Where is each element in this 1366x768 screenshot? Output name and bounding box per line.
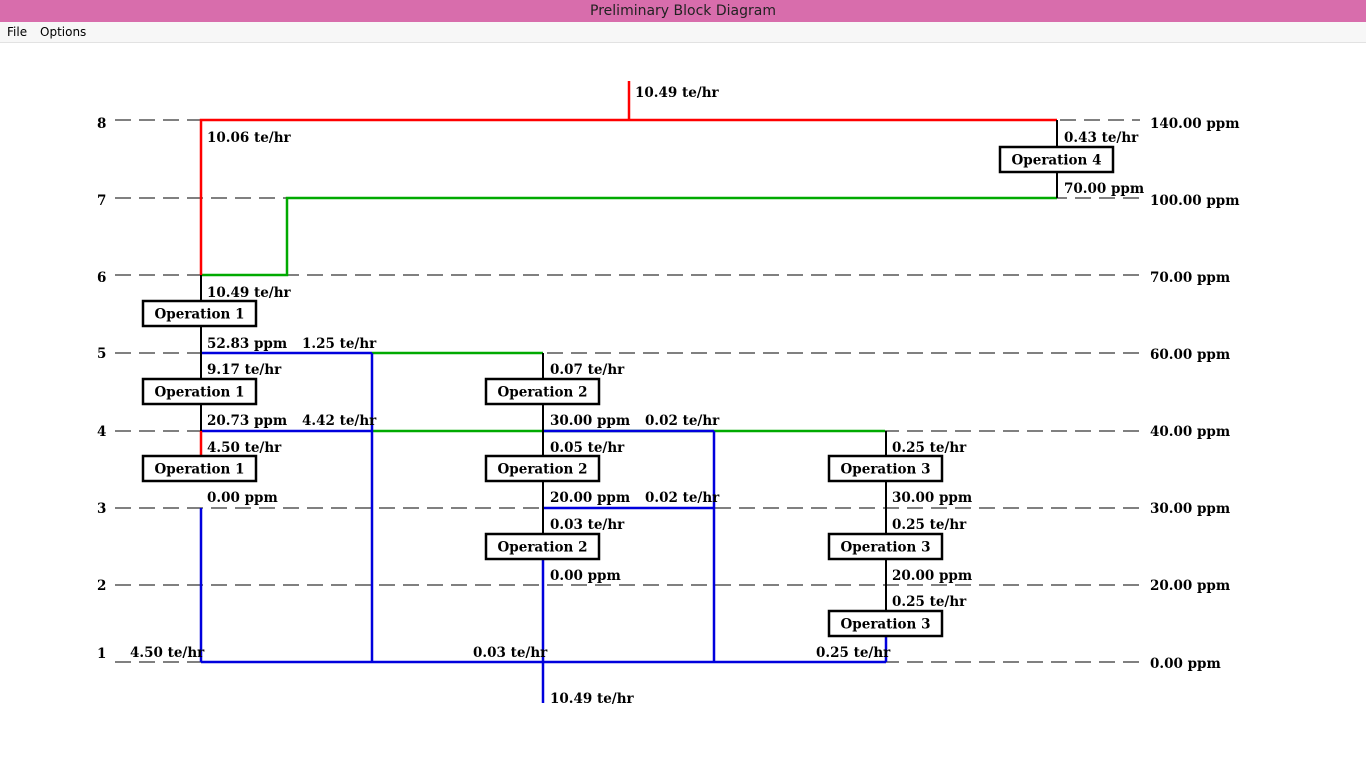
label-op2-bot-out-conc: 0.00 ppm bbox=[550, 568, 621, 584]
label-freshwater-in: 10.49 te/hr bbox=[550, 691, 635, 707]
operation-box-op1-bot: Operation 1 bbox=[141, 454, 258, 483]
label-op1-top-in: 10.49 te/hr bbox=[207, 285, 292, 301]
level-num-4: 4 bbox=[97, 424, 106, 440]
operation-label: Operation 1 bbox=[155, 385, 245, 401]
level-num-7: 7 bbox=[97, 193, 106, 209]
operation-label: Operation 3 bbox=[841, 617, 931, 633]
label-op3-mid-in: 0.25 te/hr bbox=[892, 517, 967, 533]
label-flow-1-25: 1.25 te/hr bbox=[302, 336, 377, 352]
label-op1-bot-out-conc: 0.00 ppm bbox=[207, 490, 278, 506]
level-conc-8: 140.00 ppm bbox=[1150, 116, 1240, 132]
label-fresh-op1: 4.50 te/hr bbox=[130, 645, 205, 661]
operation-label: Operation 1 bbox=[155, 462, 245, 478]
level-conc-5: 60.00 ppm bbox=[1150, 347, 1230, 363]
label-op2-mid-out-conc: 20.00 ppm bbox=[550, 490, 630, 506]
label-flow-0-02-b: 0.02 te/hr bbox=[645, 490, 720, 506]
operation-box-op2-top: Operation 2 bbox=[484, 377, 601, 406]
reuse-line-op1-to-op4 bbox=[201, 196, 1057, 277]
label-op3-bot-in: 0.25 te/hr bbox=[892, 594, 967, 610]
level-conc-7: 100.00 ppm bbox=[1150, 193, 1240, 209]
level-num-5: 5 bbox=[97, 346, 106, 362]
operation-label: Operation 4 bbox=[1012, 153, 1102, 169]
operation-box-op2-bot: Operation 2 bbox=[484, 532, 601, 561]
level-num-3: 3 bbox=[97, 501, 106, 517]
label-op2-bot-in: 0.03 te/hr bbox=[550, 517, 625, 533]
label-fresh-op2: 0.03 te/hr bbox=[473, 645, 548, 661]
label-op3-top-in: 0.25 te/hr bbox=[892, 440, 967, 456]
level-conc-3: 30.00 ppm bbox=[1150, 501, 1230, 517]
label-op4-in: 0.43 te/hr bbox=[1064, 130, 1139, 146]
label-op3-top-out-conc: 30.00 ppm bbox=[892, 490, 972, 506]
operation-label: Operation 3 bbox=[841, 462, 931, 478]
label-op2-mid-in: 0.05 te/hr bbox=[550, 440, 625, 456]
block-diagram: Operation 1 Operation 1 Operation 1 Operati… bbox=[97, 81, 1240, 707]
level-num-6: 6 bbox=[97, 270, 106, 286]
operation-box-op3-mid: Operation 3 bbox=[827, 532, 944, 561]
level-conc-2: 20.00 ppm bbox=[1150, 578, 1230, 594]
label-op2-top-out-conc: 30.00 ppm bbox=[550, 413, 630, 429]
label-op3-mid-out-conc: 20.00 ppm bbox=[892, 568, 972, 584]
level-num-8: 8 bbox=[97, 116, 106, 132]
operation-box-op3-top: Operation 3 bbox=[827, 454, 944, 483]
operation-box-op1-top: Operation 1 bbox=[141, 299, 258, 328]
label-red-to-op1: 10.06 te/hr bbox=[207, 130, 292, 146]
operation-label: Operation 1 bbox=[155, 307, 245, 323]
operation-label: Operation 2 bbox=[498, 462, 588, 478]
label-op1-bot-in: 4.50 te/hr bbox=[207, 440, 282, 456]
label-op1-mid-in: 9.17 te/hr bbox=[207, 362, 282, 378]
label-op1-top-out-conc: 52.83 ppm bbox=[207, 336, 287, 352]
label-flow-4-42: 4.42 te/hr bbox=[302, 413, 377, 429]
label-op2-top-in: 0.07 te/hr bbox=[550, 362, 625, 378]
label-op4-out-conc: 70.00 ppm bbox=[1064, 181, 1144, 197]
operation-box-op4: Operation 4 bbox=[998, 145, 1115, 174]
level-num-1: 1 bbox=[97, 646, 106, 662]
level-conc-1: 0.00 ppm bbox=[1150, 656, 1221, 672]
operation-box-op3-bot: Operation 3 bbox=[827, 609, 944, 638]
label-flow-0-02-a: 0.02 te/hr bbox=[645, 413, 720, 429]
label-wastewater-out: 10.49 te/hr bbox=[635, 85, 720, 101]
label-op1-mid-out-conc: 20.73 ppm bbox=[207, 413, 287, 429]
label-fresh-op3: 0.25 te/hr bbox=[816, 645, 891, 661]
operation-label: Operation 2 bbox=[498, 385, 588, 401]
level-conc-6: 70.00 ppm bbox=[1150, 270, 1230, 286]
operation-box-op1-mid: Operation 1 bbox=[141, 377, 258, 406]
operation-label: Operation 2 bbox=[498, 540, 588, 556]
operation-label: Operation 3 bbox=[841, 540, 931, 556]
operation-box-op2-mid: Operation 2 bbox=[484, 454, 601, 483]
level-num-2: 2 bbox=[97, 578, 106, 594]
level-conc-4: 40.00 ppm bbox=[1150, 424, 1230, 440]
